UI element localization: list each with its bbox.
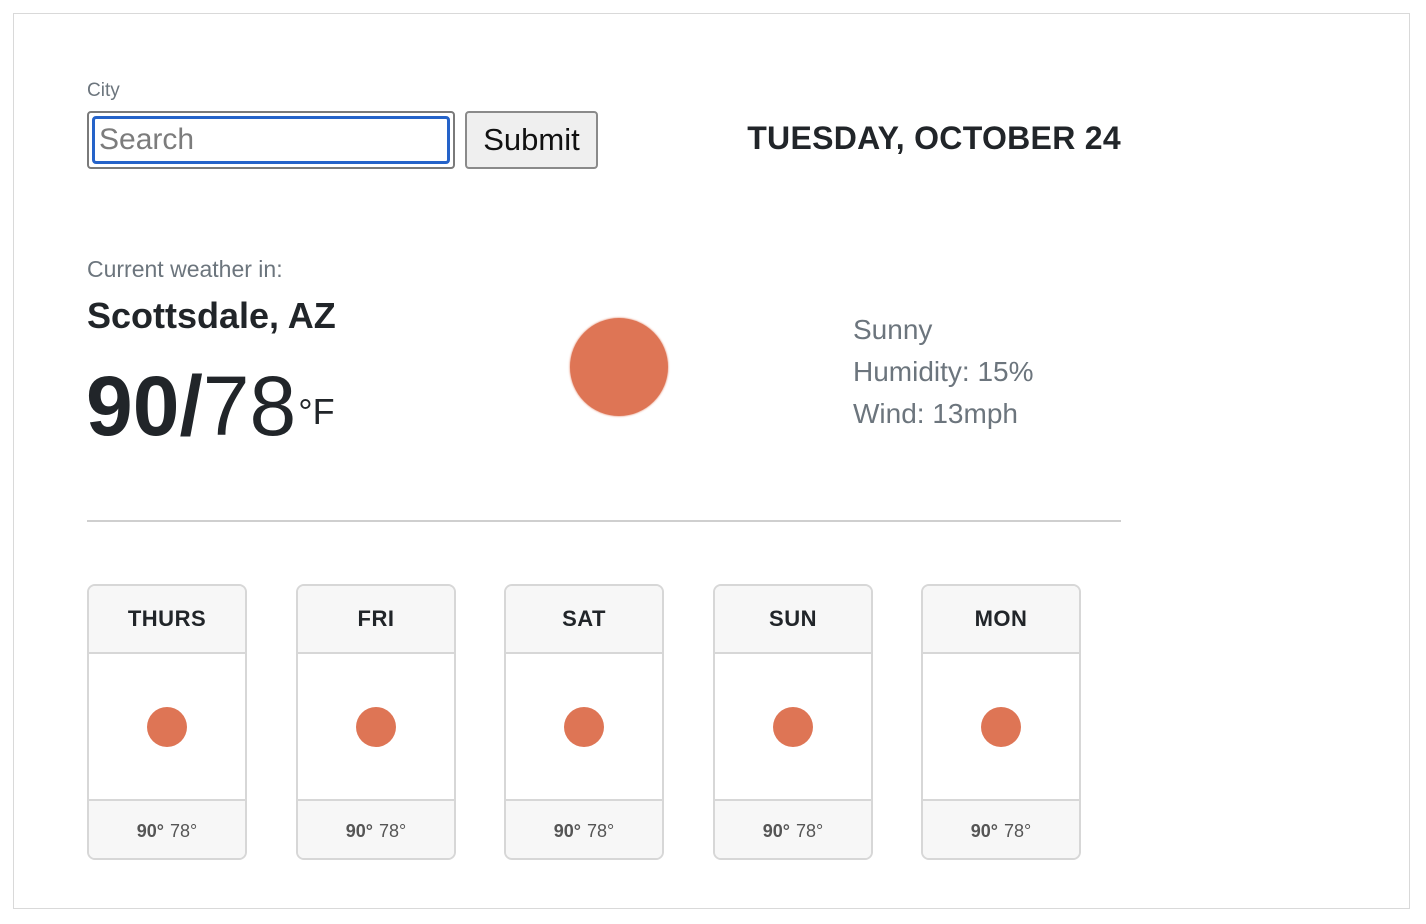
forecast-low: 78° [587,820,615,841]
search-field-wrapper[interactable] [87,111,455,169]
forecast-low: 78° [1004,820,1032,841]
forecast-high: 90° [553,820,581,841]
current-low-temp: 78 [202,359,297,453]
forecast-icon-area [923,654,1079,801]
temp-unit: °F [298,391,335,432]
forecast-high: 90° [970,820,998,841]
current-date: TUESDAY, OCTOBER 24 [747,120,1121,156]
current-temperature: 90/78°F [86,362,335,450]
forecast-day: FRI [298,586,454,654]
submit-button[interactable]: Submit [465,111,598,169]
forecast-icon-area [506,654,662,801]
forecast-high: 90° [762,820,790,841]
forecast-card: THURS 90° 78° [87,584,247,860]
section-divider [87,520,1121,522]
forecast-temps: 90° 78° [298,801,454,858]
forecast-temps: 90° 78° [715,801,871,858]
humidity: Humidity: 15% [853,356,1034,387]
wind: Wind: 13mph [853,398,1018,429]
sun-icon [147,706,187,747]
forecast-low: 78° [796,820,824,841]
forecast-low: 78° [170,820,198,841]
forecast-card: MON 90° 78° [921,584,1081,860]
temp-separator: / [179,359,203,453]
forecast-icon-area [89,654,245,801]
location-name: Scottsdale, AZ [87,295,336,336]
current-weather-label: Current weather in: [87,256,283,282]
weather-details: Sunny Humidity: 15% Wind: 13mph [853,309,1034,435]
forecast-day: SUN [715,586,871,654]
current-high-temp: 90 [86,359,180,453]
forecast-low: 78° [379,820,407,841]
sun-icon [570,318,668,416]
forecast-high: 90° [345,820,373,841]
forecast-icon-area [715,654,871,801]
sun-icon [773,706,813,747]
forecast-card: FRI 90° 78° [296,584,456,860]
sun-icon [356,706,396,747]
forecast-card: SUN 90° 78° [713,584,873,860]
weather-condition: Sunny [853,314,933,345]
forecast-icon-area [298,654,454,801]
sun-icon [564,706,604,747]
forecast-card: SAT 90° 78° [504,584,664,860]
forecast-day: THURS [89,586,245,654]
forecast-temps: 90° 78° [923,801,1079,858]
sun-icon [981,706,1021,747]
search-input[interactable] [92,116,450,164]
forecast-day: SAT [506,586,662,654]
forecast-temps: 90° 78° [89,801,245,858]
city-label: City [87,80,120,101]
forecast-temps: 90° 78° [506,801,662,858]
forecast-high: 90° [136,820,164,841]
forecast-day: MON [923,586,1079,654]
